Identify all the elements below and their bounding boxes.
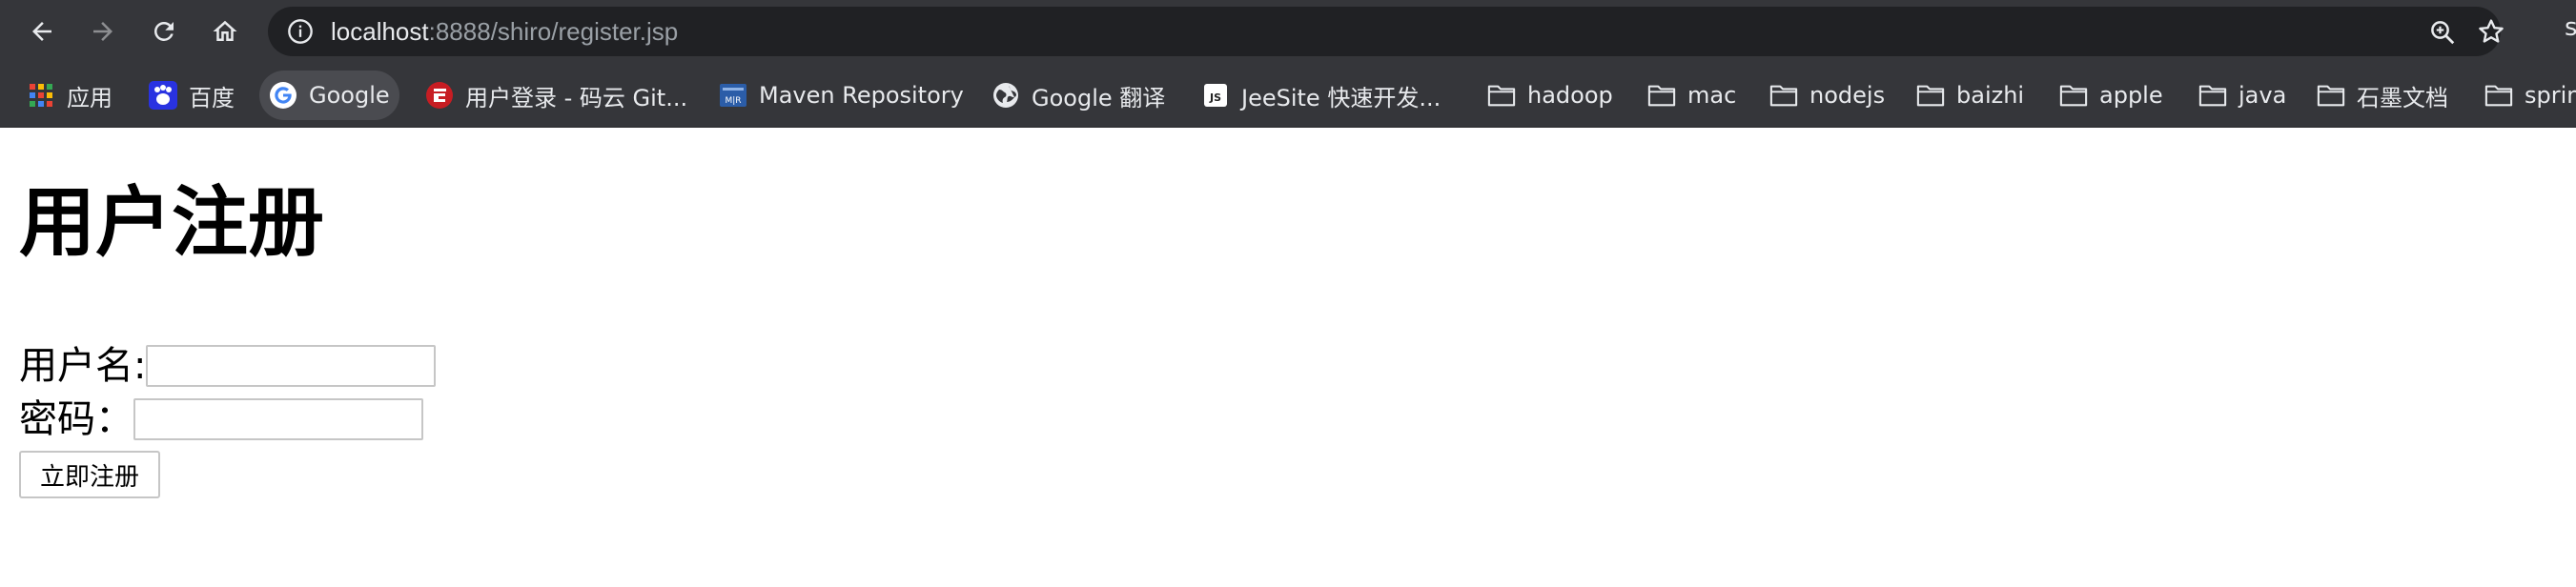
bookmark-gitee[interactable]: 用户登录 - 码云 Git... bbox=[416, 71, 697, 120]
home-button[interactable] bbox=[202, 9, 248, 54]
bookmark-folder-hadoop[interactable]: hadoop bbox=[1478, 71, 1623, 120]
bookmark-label: baizhi bbox=[1956, 82, 2025, 109]
url-host: localhost bbox=[331, 17, 429, 46]
bookmark-label: 百度 bbox=[189, 84, 235, 111]
bookmark-label: 应用 bbox=[67, 84, 112, 111]
folder-icon bbox=[2484, 81, 2513, 110]
arrow-left-icon bbox=[32, 22, 51, 41]
password-label: 密码： bbox=[19, 397, 133, 441]
svg-text:JS: JS bbox=[1209, 91, 1221, 104]
page-title: 用户注册 bbox=[19, 178, 324, 267]
username-label: 用户名: bbox=[19, 344, 147, 388]
folder-icon bbox=[2059, 81, 2088, 110]
bookmark-label: 用户登录 - 码云 Git... bbox=[465, 84, 688, 111]
password-input[interactable] bbox=[133, 398, 423, 440]
register-button[interactable]: 立即注册 bbox=[19, 451, 161, 498]
browser-toolbar: localhost:8888/shiro/register.jsp s bbox=[0, 0, 2576, 63]
url-text[interactable]: localhost:8888/shiro/register.jsp bbox=[331, 7, 678, 56]
page-content: 用户注册 用户名: 密码： 立即注册 bbox=[0, 128, 2576, 587]
bookmark-google-translate[interactable]: Google 翻译 bbox=[982, 71, 1175, 120]
gitee-icon bbox=[425, 81, 454, 110]
zoom-icon[interactable] bbox=[2428, 18, 2457, 47]
reload-icon bbox=[154, 21, 174, 41]
bookmark-jeesite[interactable]: JS JeeSite 快速开发... bbox=[1192, 71, 1450, 120]
bookmark-label: hadoop bbox=[1527, 82, 1613, 109]
username-input[interactable] bbox=[146, 345, 437, 387]
bookmark-google[interactable]: Google bbox=[259, 71, 399, 120]
bookmarks-bar: 应用 百度 Google 用户登录 - 码云 Git... M|R Maven … bbox=[0, 63, 2576, 128]
info-icon[interactable] bbox=[287, 18, 314, 45]
folder-icon bbox=[2317, 81, 2345, 110]
bookmark-label: JeeSite 快速开发... bbox=[1241, 84, 1441, 111]
folder-icon bbox=[2198, 81, 2227, 110]
bookmark-label: nodejs bbox=[1809, 82, 1886, 109]
bookmark-label: 石墨文档 bbox=[2357, 84, 2448, 111]
folder-icon bbox=[1916, 81, 1945, 110]
bookmark-folder-baizhi[interactable]: baizhi bbox=[1907, 71, 2034, 120]
arrow-right-icon bbox=[93, 22, 112, 41]
bookmark-star-icon[interactable] bbox=[2476, 16, 2506, 47]
bookmark-label: Maven Repository bbox=[759, 82, 964, 109]
folder-icon bbox=[1769, 81, 1798, 110]
bookmark-apps[interactable]: 应用 bbox=[17, 71, 122, 120]
address-bar[interactable]: localhost:8888/shiro/register.jsp bbox=[268, 7, 2504, 56]
bookmark-baidu[interactable]: 百度 bbox=[139, 71, 244, 120]
url-path: :8888/shiro/register.jsp bbox=[428, 17, 679, 46]
password-row: 密码： bbox=[19, 398, 423, 440]
bookmark-folder-java[interactable]: java bbox=[2189, 71, 2296, 120]
bookmark-label: mac bbox=[1687, 82, 1737, 109]
reload-button[interactable] bbox=[141, 9, 187, 54]
toolbar-overflow-text: s bbox=[2565, 13, 2576, 42]
forward-button[interactable] bbox=[80, 9, 126, 54]
bookmark-label: Google bbox=[309, 82, 390, 109]
home-icon bbox=[213, 20, 237, 41]
globe-icon bbox=[992, 81, 1020, 110]
apps-grid-icon bbox=[27, 81, 55, 110]
username-row: 用户名: bbox=[19, 344, 437, 388]
maven-icon: M|R bbox=[719, 81, 747, 110]
js-icon: JS bbox=[1201, 81, 1230, 110]
back-button[interactable] bbox=[19, 9, 65, 54]
bookmark-folder-apple[interactable]: apple bbox=[2050, 71, 2173, 120]
bookmark-label: sprin bbox=[2525, 82, 2576, 109]
google-icon bbox=[269, 81, 297, 110]
bookmark-label: java bbox=[2239, 82, 2287, 109]
folder-icon bbox=[1487, 81, 1516, 110]
folder-icon bbox=[1647, 81, 1676, 110]
bookmark-maven[interactable]: M|R Maven Repository bbox=[709, 71, 973, 120]
baidu-paw-icon bbox=[149, 81, 177, 110]
bookmark-label: Google 翻译 bbox=[1032, 84, 1166, 111]
bookmark-folder-shimo[interactable]: 石墨文档 bbox=[2307, 71, 2458, 120]
svg-text:M|R: M|R bbox=[725, 96, 741, 106]
bookmark-label: apple bbox=[2099, 82, 2163, 109]
bookmark-folder-spring[interactable]: sprin bbox=[2475, 71, 2576, 120]
bookmark-folder-mac[interactable]: mac bbox=[1638, 71, 1746, 120]
bookmark-folder-nodejs[interactable]: nodejs bbox=[1760, 71, 1894, 120]
